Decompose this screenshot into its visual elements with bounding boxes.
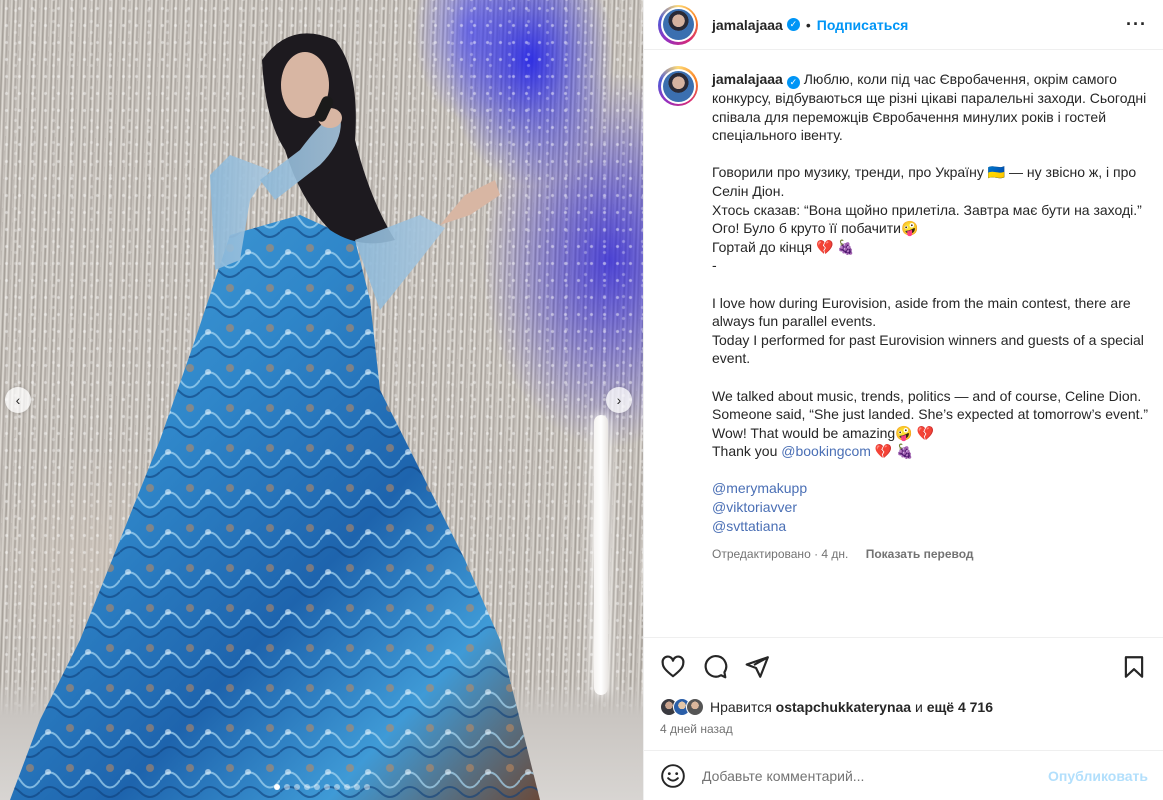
mention-link[interactable]: @svttatiana [712, 517, 1149, 536]
carousel-dot [313, 784, 320, 790]
smiley-icon[interactable] [660, 763, 686, 789]
carousel-dot [363, 784, 370, 790]
header-separator: • [805, 16, 811, 33]
avatar-image [662, 9, 694, 40]
paper-plane-icon[interactable] [744, 654, 770, 680]
caption-paragraph-3: I love how during Eurovision, aside from… [712, 294, 1144, 367]
chevron-left-icon: ‹ [15, 392, 21, 408]
caption-section[interactable]: jamalajaaa ✓ Люблю, коли під час Євробаче… [644, 50, 1163, 638]
author-avatar[interactable] [658, 4, 698, 45]
liker-avatars[interactable] [660, 698, 704, 716]
edited-timestamp: Отредактировано · 4 дн. [712, 547, 849, 562]
mention-link[interactable]: @merymakupp [712, 479, 1149, 498]
caption-body: jamalajaaa ✓ Люблю, коли під час Євробаче… [712, 70, 1149, 564]
mention-bookingcom[interactable]: @bookingcom [781, 443, 871, 459]
chevron-right-icon: › [616, 392, 622, 408]
more-options-icon[interactable]: ··· [1126, 14, 1147, 35]
verified-badge-icon: ✓ [786, 18, 800, 31]
carousel-dot [273, 784, 280, 790]
author-username[interactable]: jamalajaaa [712, 17, 783, 33]
caption-avatar-image [662, 70, 694, 102]
mention-link[interactable]: @viktoriavver [712, 498, 1149, 517]
carousel-dot [343, 784, 350, 790]
carousel-dot [353, 784, 360, 790]
post-comment-button[interactable]: Опубликовать [1048, 768, 1148, 784]
likes-count[interactable]: ещё 4 716 [927, 699, 993, 715]
caption-paragraph-2: Говорили про музику, тренди, про Україну… [712, 164, 1142, 274]
post-panel: jamalajaaa ✓ • Подписаться ··· jamalajaa… [643, 0, 1163, 800]
comment-bubble-icon[interactable] [702, 654, 728, 680]
carousel-dot [283, 784, 290, 790]
follow-button[interactable]: Подписаться [817, 17, 909, 33]
comment-input[interactable] [702, 767, 1049, 784]
caption-paragraph-4: We talked about music, trends, politics … [712, 387, 1149, 441]
caption-verified-icon: ✓ [786, 76, 800, 89]
caption-avatar[interactable] [658, 66, 698, 106]
likes-prefix: Нравится [710, 699, 776, 715]
carousel-prev-button[interactable]: ‹ [5, 387, 31, 413]
thanks-text: Thank you [712, 443, 782, 460]
comment-composer: Опубликовать [644, 750, 1163, 800]
heart-outline-icon[interactable] [660, 654, 686, 680]
carousel-indicator [0, 784, 643, 790]
likes-text: Нравится ostapchukkaterynaa и ещё 4 716 [710, 699, 993, 715]
carousel-next-button[interactable]: › [606, 387, 632, 413]
post-time-ago[interactable]: 4 дней назад [644, 718, 1163, 744]
post-media[interactable]: ‹ › [0, 0, 643, 800]
show-translation-button[interactable]: Показать перевод [866, 547, 974, 561]
liker-avatar [686, 698, 704, 716]
action-bar [644, 638, 1163, 696]
carousel-dot [333, 784, 340, 790]
caption-meta: Отредактировано · 4 дн. Показать перевод [712, 545, 1149, 564]
thanks-emoji: 💔 🍇 [870, 443, 914, 460]
carousel-dot [323, 784, 330, 790]
caption-paragraph-1: jamalajaaa ✓ Люблю, коли під час Євробаче… [712, 70, 1149, 145]
likes-summary: Нравится ostapchukkaterynaa и ещё 4 716 [644, 696, 1163, 718]
singer-illustration [10, 33, 540, 800]
carousel-dot [293, 784, 300, 790]
caption-thanks: Thank you @bookingcom 💔 🍇 [712, 442, 1149, 461]
carousel-dot [303, 784, 310, 790]
caption-username[interactable]: jamalajaaa [712, 71, 783, 87]
bookmark-icon[interactable] [1121, 654, 1147, 680]
likes-middle: и [911, 699, 927, 715]
liker-username[interactable]: ostapchukkaterynaa [776, 699, 911, 715]
post-header: jamalajaaa ✓ • Подписаться ··· [644, 0, 1163, 50]
